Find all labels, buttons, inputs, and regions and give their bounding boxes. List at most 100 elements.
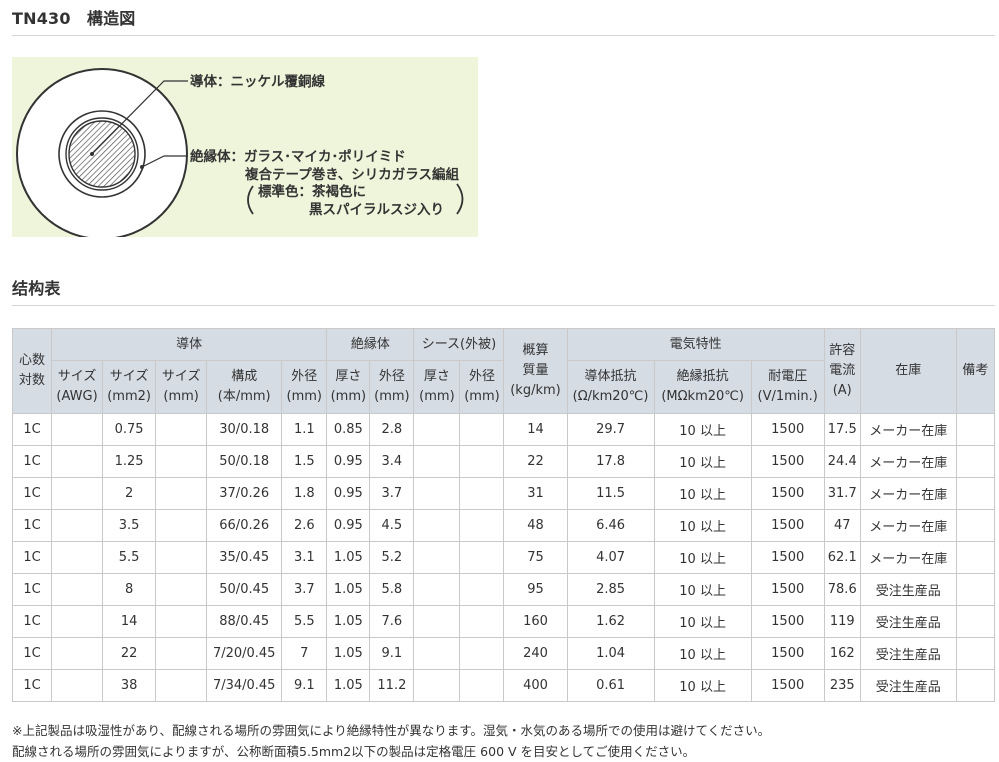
table-cell: 50/0.18: [206, 445, 283, 478]
table-cell: 31.7: [823, 477, 861, 510]
table-cell: [51, 605, 104, 638]
spec-table-body: 1C 0.75 30/0.18 1.1 0.85 2.8 14 29.7 10 以上 1500 17…: [11, 413, 996, 702]
table-cell: 37/0.26: [206, 477, 283, 510]
table-cell: 10 以上: [653, 509, 752, 542]
table-cell: 7: [281, 637, 328, 670]
table-cell: [155, 573, 208, 606]
table-cell: 1.05: [326, 637, 371, 670]
table-cell: 1.5: [281, 445, 328, 478]
table-cell: [413, 445, 461, 478]
table-cell: 3.7: [369, 477, 415, 510]
insulation-label-line2: 複合テープ巻き、シリカガラス編組: [244, 166, 459, 183]
table-cell: 235: [823, 669, 861, 702]
table-cell: [413, 413, 461, 446]
header-current: 許容 電流 (A): [823, 328, 861, 414]
table-cell: 1C: [11, 445, 53, 478]
table-cell: 31: [503, 477, 568, 510]
table-cell: [955, 509, 996, 542]
header-weight: 概算 質量 (kg/km): [503, 328, 568, 414]
structure-diagram-title: TN430 構造図: [12, 9, 136, 28]
table-cell: 0.61: [566, 669, 655, 702]
table-cell: [51, 413, 104, 446]
table-cell: 1C: [11, 477, 53, 510]
table-cell: 240: [503, 637, 568, 670]
table-cell: [459, 477, 505, 510]
table-cell: 4.07: [566, 541, 655, 574]
table-row: 1C 14 88/0.45 5.5 1.05 7.6 160 1.62 10 以上 1500 119…: [11, 605, 996, 638]
table-cell: 17.8: [566, 445, 655, 478]
table-row: 1C 5.5 35/0.45 3.1 1.05 5.2 75 4.07 10 以上 1500 62.…: [11, 541, 996, 574]
table-cell: 10 以上: [653, 477, 752, 510]
header-remarks: 備考: [955, 328, 996, 414]
table-cell: [155, 509, 208, 542]
table-cell: [459, 573, 505, 606]
table-cell: [459, 605, 505, 638]
table-cell: 47: [823, 509, 861, 542]
table-cell: 1.05: [326, 541, 371, 574]
table-cell: 10 以上: [653, 413, 752, 446]
table-cell: 3.1: [281, 541, 328, 574]
table-cell: [413, 541, 461, 574]
table-cell: 2.6: [281, 509, 328, 542]
table-cell: 10 以上: [653, 669, 752, 702]
table-cell: 6.46: [566, 509, 655, 542]
table-cell: 1500: [750, 573, 825, 606]
table-row: 1C 3.5 66/0.26 2.6 0.95 4.5 48 6.46 10 以上 1500 47 メ…: [11, 509, 996, 542]
table-cell: [51, 541, 104, 574]
table-cell: [155, 477, 208, 510]
table-cell: [155, 445, 208, 478]
table-cell: 1.05: [326, 573, 371, 606]
table-cell: 3.5: [102, 509, 157, 542]
table-row: 1C 1.25 50/0.18 1.5 0.95 3.4 22 17.8 10 以上 1500 24…: [11, 445, 996, 478]
table-cell: 1500: [750, 477, 825, 510]
cable-cross-section-figure: 導体：ニッケル覆銅線 絶縁体：ガラス･マイカ･ポリイミド 複合テープ巻き、シリカ…: [16, 68, 464, 237]
table-cell: 受注生産品: [859, 637, 957, 670]
table-cell: [413, 477, 461, 510]
table-cell: 1C: [11, 413, 53, 446]
header-awg: サイズ (AWG): [51, 360, 104, 414]
table-cell: 0.95: [326, 445, 371, 478]
color-label-line1: 標準色：茶褐色に: [258, 183, 366, 200]
table-cell: 受注生産品: [859, 605, 957, 638]
table-cell: [955, 573, 996, 606]
table-cell: 1500: [750, 509, 825, 542]
table-cell: [413, 669, 461, 702]
header-sheath: シース(外被): [413, 328, 505, 361]
table-cell: 2: [102, 477, 157, 510]
table-cell: 66/0.26: [206, 509, 283, 542]
header-conductor-resistance: 導体抵抗 (Ω/km20℃): [566, 360, 655, 414]
table-row: 1C 0.75 30/0.18 1.1 0.85 2.8 14 29.7 10 以上 1500 17…: [11, 413, 996, 446]
header-conductor: 導体: [51, 328, 328, 361]
table-cell: 10 以上: [653, 637, 752, 670]
table-cell: 35/0.45: [206, 541, 283, 574]
table-cell: 1.8: [281, 477, 328, 510]
header-insulation-resistance: 絶縁抵抗 (MΩkm20℃): [653, 360, 752, 414]
table-cell: [51, 573, 104, 606]
table-cell: 0.95: [326, 477, 371, 510]
table-cell: [955, 477, 996, 510]
table-cell: 受注生産品: [859, 573, 957, 606]
table-cell: 48: [503, 509, 568, 542]
table-cell: 62.1: [823, 541, 861, 574]
table-cell: [51, 669, 104, 702]
table-cell: [155, 605, 208, 638]
table-cell: [459, 445, 505, 478]
header-sheath-thickness: 厚さ (mm): [413, 360, 461, 414]
footnote-humidity: ※上記製品は吸湿性があり、配線される場所の雰囲気により絶縁特性が異なります。湿気…: [12, 723, 771, 738]
table-row: 1C 2 37/0.26 1.8 0.95 3.7 31 11.5 10 以上 1500 31.7 メ…: [11, 477, 996, 510]
header-electrical: 電気特性: [566, 328, 825, 361]
header-insulation-thickness: 厚さ (mm): [326, 360, 371, 414]
table-cell: 22: [503, 445, 568, 478]
table-cell: 24.4: [823, 445, 861, 478]
table-cell: [955, 637, 996, 670]
table-cell: 22: [102, 637, 157, 670]
table-cell: 10 以上: [653, 605, 752, 638]
conductor-label: 導体：ニッケル覆銅線: [190, 73, 325, 90]
table-cell: 10 以上: [653, 573, 752, 606]
table-cell: 1C: [11, 669, 53, 702]
table-cell: 17.5: [823, 413, 861, 446]
table-cell: 7.6: [369, 605, 415, 638]
table-cell: 119: [823, 605, 861, 638]
table-cell: 9.1: [281, 669, 328, 702]
table-cell: 8: [102, 573, 157, 606]
